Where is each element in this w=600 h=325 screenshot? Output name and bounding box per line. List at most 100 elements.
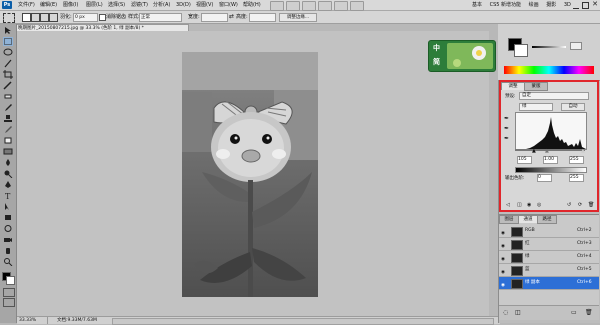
- clone-stamp-tool-icon[interactable]: [3, 114, 13, 123]
- new-channel-icon[interactable]: ▭: [571, 309, 577, 316]
- menu-view[interactable]: 视图(V): [196, 2, 213, 9]
- reset-icon[interactable]: ↺: [567, 202, 571, 208]
- input-black-field[interactable]: 105: [517, 156, 532, 164]
- menu-3d[interactable]: 3D(D): [176, 2, 191, 9]
- tab-layers[interactable]: 图层: [499, 215, 519, 224]
- white-eyedropper-icon[interactable]: ✒: [504, 136, 510, 142]
- menu-layer[interactable]: 图层(L): [86, 2, 103, 9]
- workspace-3d[interactable]: 3D: [564, 2, 571, 9]
- refresh-icon[interactable]: ⟳: [578, 202, 582, 208]
- move-tool-icon[interactable]: [3, 26, 13, 35]
- antialias-checkbox[interactable]: [99, 14, 106, 21]
- menu-window[interactable]: 窗口(W): [219, 2, 238, 9]
- marquee-tool-icon[interactable]: [3, 13, 15, 23]
- output-white-field[interactable]: 255: [569, 174, 584, 182]
- input-black-slider-icon[interactable]: ▲: [532, 149, 536, 154]
- visibility-eye-icon[interactable]: ◉: [501, 228, 506, 236]
- menu-select[interactable]: 选择(S): [108, 2, 125, 9]
- visibility-eye-icon[interactable]: ◉: [501, 241, 506, 249]
- feather-input[interactable]: 0 px: [73, 13, 98, 22]
- color-value-field[interactable]: [570, 42, 582, 50]
- blur-tool-icon[interactable]: [3, 158, 13, 167]
- arrange-documents-button[interactable]: [334, 1, 348, 11]
- zoom-tool-icon[interactable]: [3, 257, 13, 267]
- type-tool-icon[interactable]: T: [3, 191, 13, 201]
- channel-row[interactable]: ◉ 红 Ctrl+3: [499, 238, 599, 251]
- save-selection-icon[interactable]: ◫: [515, 309, 521, 316]
- pen-tool-icon[interactable]: [3, 180, 13, 189]
- tab-channels[interactable]: 通道: [518, 215, 538, 223]
- menu-analysis[interactable]: 分析(A): [153, 2, 170, 9]
- panel-background-swatch[interactable]: [514, 44, 528, 57]
- input-gamma-field[interactable]: 1.00: [543, 156, 558, 164]
- tab-paths[interactable]: 路径: [537, 215, 557, 224]
- visibility-eye-icon[interactable]: ◉: [501, 267, 506, 275]
- rect-marquee-tool-icon[interactable]: [3, 37, 13, 46]
- 3d-camera-tool-icon[interactable]: [3, 235, 13, 244]
- channel-select[interactable]: 绿: [519, 103, 553, 111]
- 3d-rotate-tool-icon[interactable]: [3, 224, 13, 233]
- swap-dimensions-icon[interactable]: ⇄: [229, 13, 234, 20]
- workspace-paint[interactable]: 绘画: [529, 2, 539, 9]
- document-image[interactable]: [182, 52, 318, 297]
- eraser-tool-icon[interactable]: [3, 136, 13, 145]
- menu-image[interactable]: 图像(I): [63, 2, 78, 9]
- height-input[interactable]: [249, 13, 276, 22]
- workspace-switcher[interactable]: 基本 CS5 新增功能 绘画 摄影 3D: [472, 2, 577, 9]
- screen-mode-button[interactable]: [350, 1, 364, 11]
- tab-adjustments[interactable]: 调整: [501, 82, 525, 90]
- crop-tool-icon[interactable]: [3, 70, 13, 79]
- clip-to-layer-icon[interactable]: ◉: [527, 202, 531, 208]
- output-black-field[interactable]: 0: [537, 174, 552, 182]
- menu-file[interactable]: 文件(F): [18, 2, 35, 9]
- input-slider-track[interactable]: [515, 149, 585, 151]
- load-selection-icon[interactable]: ◌: [503, 309, 508, 316]
- visibility-eye-icon[interactable]: ◉: [501, 280, 506, 288]
- launch-minibridge-button[interactable]: [286, 1, 300, 11]
- ime-mode-simplified[interactable]: 简: [433, 57, 440, 67]
- lasso-tool-icon[interactable]: [3, 48, 13, 57]
- shape-tool-icon[interactable]: [3, 213, 13, 222]
- eyedropper-tool-icon[interactable]: [3, 81, 13, 90]
- workspace-cs5[interactable]: CS5 新增功能: [490, 2, 521, 9]
- black-eyedropper-icon[interactable]: ✒: [504, 116, 510, 122]
- workspace-basic[interactable]: 基本: [472, 2, 482, 9]
- horizontal-scrollbar[interactable]: [112, 318, 494, 325]
- view-extras-button[interactable]: [302, 1, 316, 11]
- close-icon[interactable]: ✕: [591, 0, 599, 9]
- dodge-tool-icon[interactable]: [3, 169, 13, 179]
- width-input[interactable]: [201, 13, 228, 22]
- preset-select[interactable]: 自定: [519, 92, 589, 100]
- refine-edge-button[interactable]: 调整边缘...: [279, 13, 317, 22]
- intersect-selection-icon[interactable]: [49, 13, 58, 22]
- screen-mode-icon[interactable]: [3, 298, 15, 307]
- menu-help[interactable]: 帮助(H): [243, 2, 261, 9]
- channel-row[interactable]: ◉ 绿 Ctrl+4: [499, 251, 599, 264]
- healing-brush-tool-icon[interactable]: [3, 92, 13, 101]
- workspace-photo[interactable]: 摄影: [546, 2, 556, 9]
- ime-toolbar[interactable]: 中 简: [428, 40, 496, 72]
- history-brush-tool-icon[interactable]: [3, 125, 13, 134]
- channel-row[interactable]: ◉ 绿 副本 Ctrl+6: [499, 277, 599, 290]
- delete-adjustment-icon[interactable]: 🗑: [588, 202, 594, 208]
- background-color-swatch[interactable]: [6, 276, 15, 285]
- maximize-icon[interactable]: [582, 2, 589, 9]
- hand-tool-icon[interactable]: [3, 246, 13, 255]
- channel-row[interactable]: ◉ RGB Ctrl+2: [499, 225, 599, 238]
- visibility-eye-icon[interactable]: ◉: [501, 254, 506, 262]
- new-selection-icon[interactable]: [22, 13, 31, 22]
- input-white-slider-icon[interactable]: ▲: [581, 149, 585, 154]
- quick-selection-tool-icon[interactable]: [3, 59, 13, 68]
- visibility-toggle-icon[interactable]: ◎: [537, 202, 541, 208]
- gradient-tool-icon[interactable]: [3, 147, 13, 156]
- gray-eyedropper-icon[interactable]: ✒: [504, 126, 510, 132]
- expanded-view-icon[interactable]: ◫: [517, 202, 522, 208]
- auto-button[interactable]: 自动: [561, 103, 585, 111]
- add-selection-icon[interactable]: [31, 13, 40, 22]
- zoom-level-button[interactable]: [318, 1, 332, 11]
- tab-masks[interactable]: 蒙版: [524, 82, 548, 91]
- minimize-icon[interactable]: [573, 2, 579, 9]
- subtract-selection-icon[interactable]: [40, 13, 49, 22]
- input-white-field[interactable]: 255: [569, 156, 584, 164]
- path-selection-tool-icon[interactable]: [3, 202, 13, 211]
